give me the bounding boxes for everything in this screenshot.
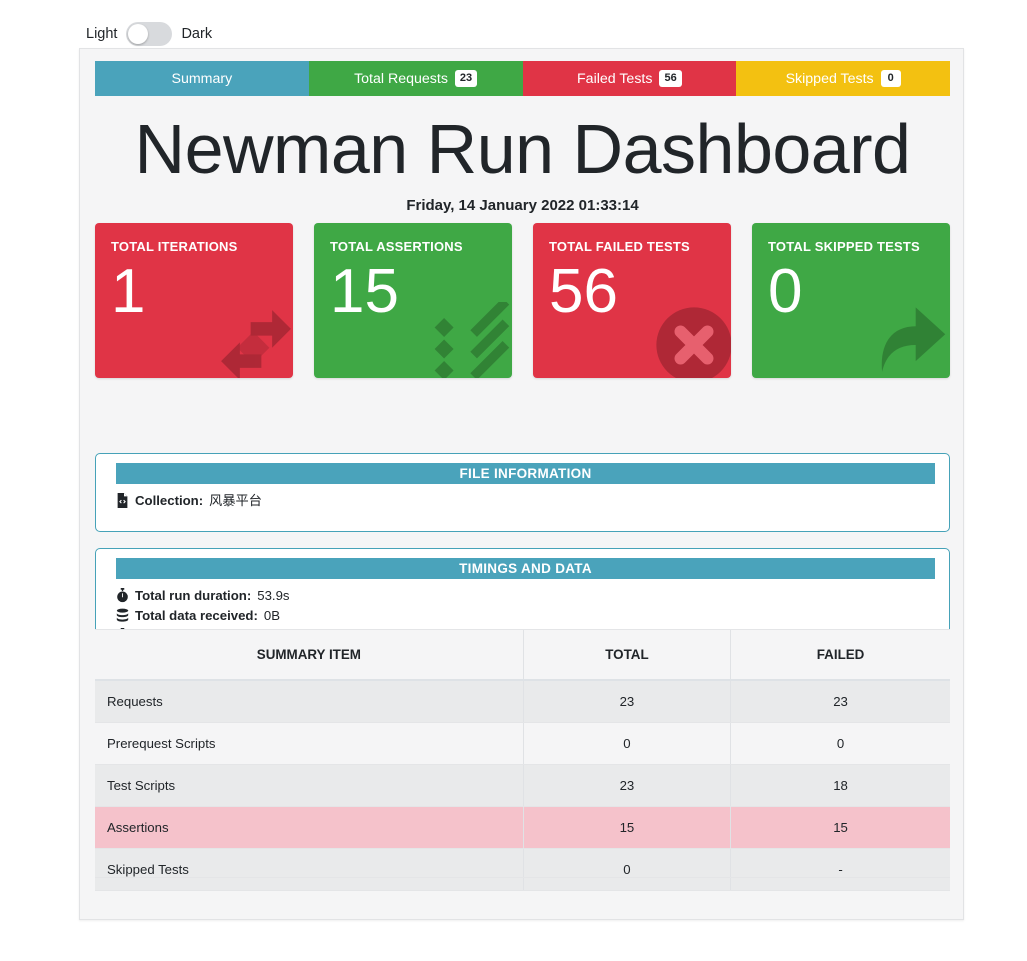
tab-label: Total Requests <box>354 70 448 87</box>
cell-total: 23 <box>522 764 731 807</box>
info-value: 53.9s <box>257 588 290 603</box>
share-arrow-icon <box>870 302 950 378</box>
cell-failed: 15 <box>730 806 950 849</box>
stat-card-title: TOTAL ASSERTIONS <box>330 239 463 254</box>
summary-table-head: SUMMARY ITEM TOTAL FAILED <box>95 629 950 681</box>
stat-card-total-iterations: TOTAL ITERATIONS 1 <box>95 223 293 378</box>
info-value: 0B <box>263 608 281 623</box>
info-value: 风暴平台 <box>209 493 262 508</box>
cell-total: 0 <box>522 722 731 765</box>
tab-count-badge: 0 <box>880 70 901 87</box>
theme-toggle-switch[interactable] <box>126 22 173 46</box>
stat-card-value: 1 <box>111 257 146 326</box>
tab-label: Skipped Tests <box>785 70 874 87</box>
stat-card-value: 56 <box>549 257 618 326</box>
file-code-icon <box>116 493 129 508</box>
stat-card-total-assertions: TOTAL ASSERTIONS 15 <box>314 223 512 378</box>
cell-summary-item: Skipped Tests <box>95 848 524 891</box>
summary-table: SUMMARY ITEM TOTAL FAILED Requests 23 23 Prer… <box>95 629 950 891</box>
table-row: Assertions 15 15 <box>95 806 950 849</box>
tab-skipped-tests[interactable]: Skipped Tests 0 <box>736 61 950 96</box>
tasks-icon <box>432 302 512 378</box>
tab-label: Failed Tests <box>577 70 653 87</box>
tab-label: Summary <box>171 70 233 87</box>
footer-divider <box>95 877 950 878</box>
tab-bar: Summary Total Requests 23 Failed Tests 56 Ski… <box>95 61 950 96</box>
cell-failed: 23 <box>730 680 950 723</box>
cell-summary-item: Assertions <box>95 806 524 849</box>
table-header-row: SUMMARY ITEM TOTAL FAILED <box>95 629 950 681</box>
table-row: Prerequest Scripts 0 0 <box>95 722 950 765</box>
table-column-header: FAILED <box>730 629 950 681</box>
cell-summary-item: Requests <box>95 680 524 723</box>
file-information-body: Collection: 风暴平台 <box>96 484 949 521</box>
info-label: Collection: <box>135 493 204 508</box>
info-label: Total run duration: <box>135 588 252 603</box>
cell-total: 0 <box>522 848 731 891</box>
cell-summary-item: Test Scripts <box>95 764 524 807</box>
tab-total-requests[interactable]: Total Requests 23 <box>308 61 523 96</box>
page-title: Newman Run Dashboard <box>134 110 911 188</box>
stopwatch-icon <box>116 588 129 603</box>
table-row: Requests 23 23 <box>95 680 950 723</box>
info-line: Total run duration: 53.9s <box>116 586 949 605</box>
info-line: Collection: 风暴平台 <box>116 491 949 510</box>
stat-card-value: 15 <box>330 257 399 326</box>
stat-card-row: TOTAL ITERATIONS 1 TOTAL ASSERTIONS 15 TOTAL… <box>95 223 950 378</box>
timings-and-data-heading: TIMINGS AND DATA <box>116 558 935 579</box>
stat-card-total-failed-tests: TOTAL FAILED TESTS 56 <box>533 223 731 378</box>
file-information-panel: FILE INFORMATION Collection: 风暴平台 <box>95 453 950 532</box>
cell-failed: - <box>730 848 950 891</box>
file-information-heading: FILE INFORMATION <box>116 463 935 484</box>
info-line: Total data received: 0B <box>116 606 949 625</box>
stat-card-title: TOTAL FAILED TESTS <box>549 239 690 254</box>
cell-summary-item: Prerequest Scripts <box>95 722 524 765</box>
summary-table-body: Requests 23 23 Prerequest Scripts 0 0 Test Scr… <box>95 680 950 891</box>
theme-toggle-knob <box>128 24 149 44</box>
theme-toggle-row: Light Dark <box>86 22 212 46</box>
cell-failed: 18 <box>730 764 950 807</box>
times-circle-icon <box>651 302 731 378</box>
tab-summary[interactable]: Summary <box>95 61 309 96</box>
dark-theme-label: Dark <box>181 25 213 42</box>
table-row: Test Scripts 23 18 <box>95 764 950 807</box>
cell-total: 23 <box>522 680 731 723</box>
cell-failed: 0 <box>730 722 950 765</box>
summary-table-wrapper: SUMMARY ITEM TOTAL FAILED Requests 23 23 Prer… <box>95 629 950 891</box>
run-timestamp: Friday, 14 January 2022 01:33:14 <box>406 197 639 214</box>
table-column-header: SUMMARY ITEM <box>95 629 524 681</box>
tab-count-badge: 56 <box>659 70 682 87</box>
cell-total: 15 <box>522 806 731 849</box>
retweet-icon <box>213 302 293 378</box>
light-theme-label: Light <box>86 25 118 42</box>
stat-card-title: TOTAL SKIPPED TESTS <box>768 239 920 254</box>
stat-card-value: 0 <box>768 257 803 326</box>
table-row: Skipped Tests 0- <box>95 848 950 891</box>
stat-card-title: TOTAL ITERATIONS <box>111 239 238 254</box>
stat-card-total-skipped-tests: TOTAL SKIPPED TESTS 0 <box>752 223 950 378</box>
dashboard-container: Summary Total Requests 23 Failed Tests 56 Ski… <box>79 48 964 920</box>
info-label: Total data received: <box>135 608 258 623</box>
tab-count-badge: 23 <box>454 70 478 87</box>
tab-failed-tests[interactable]: Failed Tests 56 <box>522 61 737 96</box>
table-column-header: TOTAL <box>522 629 731 681</box>
database-icon <box>116 608 129 623</box>
